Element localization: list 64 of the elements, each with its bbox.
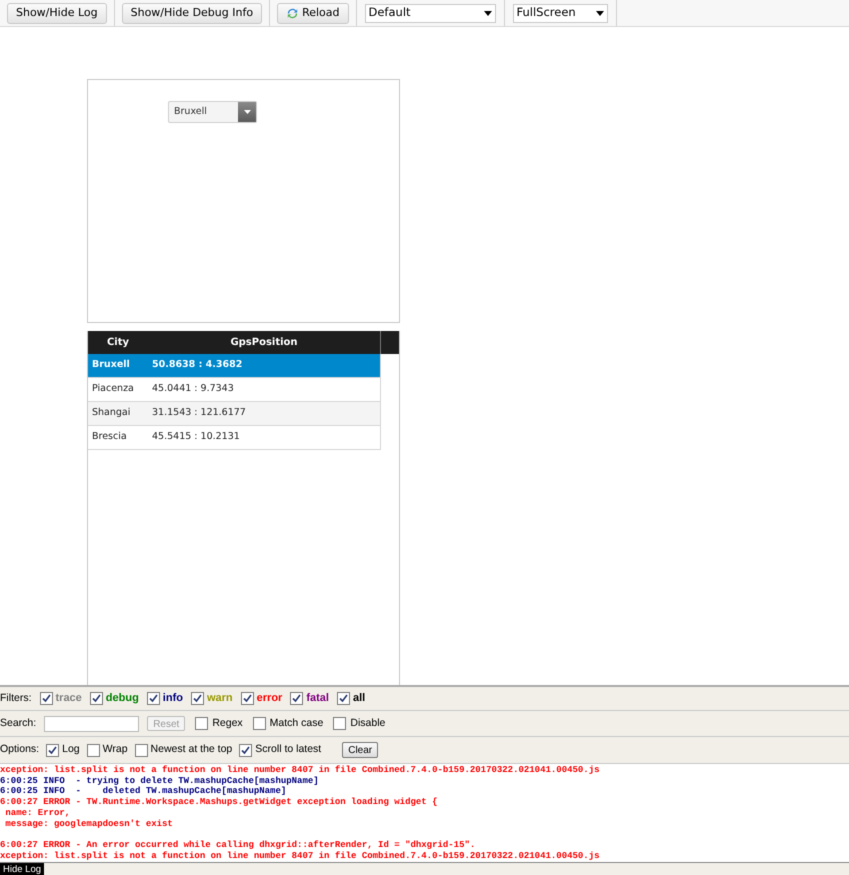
log-line: xception: list.split is not a function on line number 8407 in file Combined.7.4.0-b159.20170322.021041.00450.js (0, 850, 600, 862)
table-cell-text: Shangai (91, 406, 132, 420)
column-header[interactable]: City (88, 331, 148, 354)
checkbox[interactable] (40, 692, 52, 705)
checkbox[interactable] (90, 692, 103, 705)
toolbar-button[interactable]: Show/Hide Debug Info (122, 2, 262, 24)
checkbox[interactable] (190, 692, 204, 705)
filter-label: debug (106, 691, 139, 706)
option-label: Regex (212, 716, 243, 731)
option-label: Wrap (102, 742, 128, 758)
checkbox[interactable] (134, 744, 148, 756)
filter-label: info (162, 691, 183, 706)
option-label: Log (62, 742, 80, 758)
checkbox[interactable] (46, 744, 60, 756)
log-line: 6:00:25 INFO - deleted TW.mashupCache[mashupName] (0, 786, 288, 798)
checkbox[interactable] (252, 717, 266, 730)
option-label: Newest at the top (150, 742, 232, 758)
log-line: message: googlemapdoesn't exist (4, 818, 174, 830)
toolbar-button[interactable]: Show/Hide Log (7, 2, 107, 24)
hide-log-tab[interactable]: Hide Log (0, 863, 44, 875)
filter-label: trace (56, 691, 82, 706)
caret-icon (484, 10, 492, 16)
checkbox[interactable] (336, 692, 350, 705)
filter-label: error (256, 691, 282, 706)
select-field[interactable]: FullScreen (512, 4, 608, 22)
city-dropdown[interactable]: Bruxell (168, 101, 257, 123)
log-line: 6:00:27 ERROR - TW.Runtime.Workspace.Mashups.getWidget exception loading widget { (0, 797, 438, 808)
grid-row[interactable]: Brescia 45.5415 : 10.2131 (88, 426, 381, 450)
filter-label: fatal (306, 691, 329, 706)
refresh-icon (286, 6, 300, 20)
table-cell-text: Piacenza (91, 382, 135, 396)
checkbox[interactable] (86, 744, 100, 756)
option-label: Scroll to latest (255, 742, 322, 758)
log-line: xception: list.split is not a function on line number 8407 in file Combined.7.4.0-b159.20170322.021041.00450.js (0, 765, 600, 776)
filter-label: warn (206, 691, 233, 706)
checkbox[interactable] (146, 692, 160, 705)
filter-label: all (352, 691, 366, 706)
grid-row[interactable]: Bruxell 50.8638 : 4.3682 (88, 354, 381, 378)
log-line: name: Error, (4, 808, 72, 819)
table-cell-text: Brescia (91, 430, 128, 444)
checkbox[interactable] (240, 692, 254, 705)
caret-icon (596, 10, 604, 16)
grid-row[interactable]: Shangai 31.1543 : 121.6177 (88, 402, 381, 426)
search-label: Search: (0, 716, 36, 731)
table-cell-text: 45.0441 : 9.7343 (151, 382, 234, 396)
clear-button[interactable]: Clear (342, 742, 378, 758)
checkbox[interactable] (239, 744, 252, 756)
grid-row[interactable]: Piacenza 45.0441 : 9.7343 (88, 378, 381, 402)
checkbox[interactable] (290, 692, 304, 705)
log-line: 6:00:27 ERROR - An error occurred while calling dhxgrid::afterRender, Id = "dhxgrid-15". (0, 840, 476, 851)
table-cell-text: 31.1543 : 121.6177 (151, 406, 246, 420)
select-field[interactable]: Default (364, 4, 496, 22)
option-label: Disable (350, 716, 386, 731)
checkbox[interactable] (333, 717, 346, 730)
reload-button[interactable]: Reload (277, 2, 348, 24)
checkbox[interactable] (195, 717, 208, 730)
table-cell-text: 50.8638 : 4.3682 (151, 358, 242, 372)
table-cell-text: Bruxell (91, 358, 131, 372)
options-label: Options: (0, 742, 40, 758)
log-line: 6:00:25 INFO - trying to delete TW.mashupCache[mashupName] (0, 776, 320, 786)
table-cell-text: 45.5415 : 10.2131 (151, 430, 240, 444)
search-field[interactable] (44, 716, 140, 732)
option-label: Match case (270, 716, 324, 731)
filters-label: Filters: (0, 690, 32, 706)
